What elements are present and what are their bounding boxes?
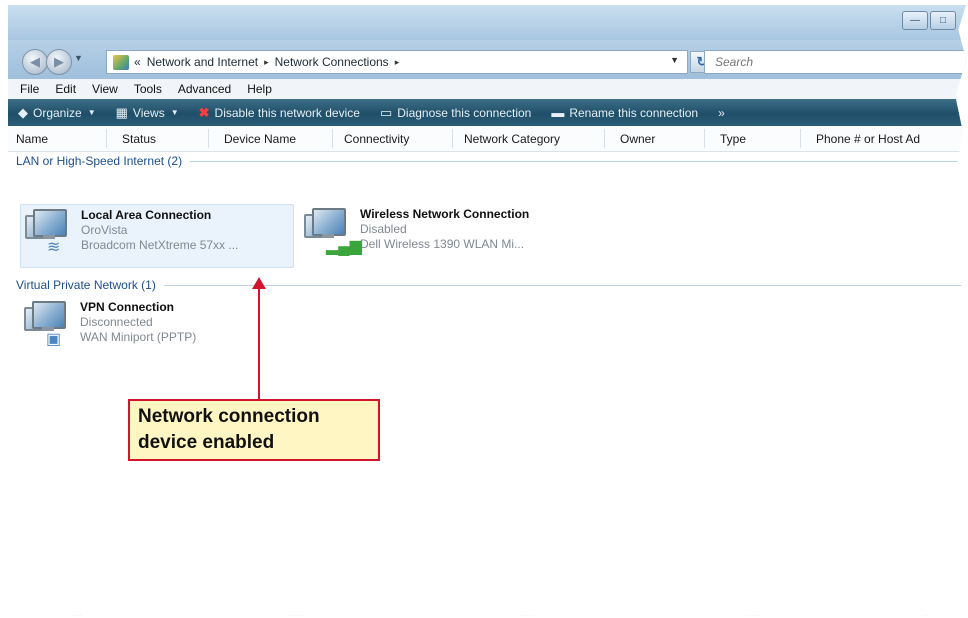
signal-bars-icon: ▂▄▆ <box>326 238 362 255</box>
breadcrumb-network-connections[interactable]: Network Connections <box>275 55 389 69</box>
diagnose-icon: ▭ <box>379 104 393 120</box>
breadcrumb-separator-icon[interactable]: ▸ <box>395 57 400 68</box>
column-network-category[interactable]: Network Category <box>464 132 560 146</box>
organize-label: Organize <box>33 105 82 120</box>
column-device-name[interactable]: Device Name <box>224 132 296 146</box>
organize-button[interactable]: ◆ Organize ▼ <box>18 105 96 121</box>
column-name[interactable]: Name <box>16 132 48 146</box>
minimize-button[interactable]: — <box>902 11 928 30</box>
menu-tools[interactable]: Tools <box>134 82 162 96</box>
modem-icon: ▣ <box>46 331 62 348</box>
callout-text-line-1: Network connection <box>138 406 320 427</box>
column-header-row: Name Status Device Name Connectivity Net… <box>8 126 966 152</box>
connection-status: Disabled <box>360 222 407 236</box>
connection-device: Dell Wireless 1390 WLAN Mi... <box>360 237 525 251</box>
address-bar-area: ◀ ▶ ▼ « Network and Internet ▸ Network C… <box>8 40 966 79</box>
group-header-vpn[interactable]: Virtual Private Network (1) <box>16 278 966 292</box>
recent-pages-dropdown-icon[interactable]: ▼ <box>74 53 83 63</box>
search-input[interactable] <box>713 54 966 70</box>
chevron-down-icon: ▼ <box>87 108 96 117</box>
breadcrumb-separator-icon[interactable]: ▸ <box>264 57 269 68</box>
network-connection-icon: ▂▄▆ <box>300 204 362 260</box>
group-title: LAN or High-Speed Internet (2) <box>16 154 183 168</box>
column-divider[interactable] <box>106 129 107 148</box>
monitor-icon <box>32 301 66 329</box>
forward-button[interactable]: ▶ <box>46 49 72 75</box>
column-divider[interactable] <box>800 129 801 148</box>
disable-device-button[interactable]: ✖ Disable this network device <box>199 105 360 121</box>
column-phone-host-address[interactable]: Phone # or Host Ad <box>816 132 920 146</box>
diagnose-button[interactable]: ▭ Diagnose this connection <box>380 105 531 121</box>
menu-help[interactable]: Help <box>247 82 272 96</box>
back-button[interactable]: ◀ <box>22 49 48 75</box>
red-x-icon: ✖ <box>198 104 210 120</box>
column-divider[interactable] <box>332 129 333 148</box>
connection-status: Disconnected <box>80 315 153 329</box>
group-title: Virtual Private Network (1) <box>16 278 156 292</box>
connection-device: Broadcom NetXtreme 57xx ... <box>81 238 239 252</box>
more-commands-button[interactable]: » <box>718 106 725 120</box>
callout-arrow-line <box>258 287 260 399</box>
disable-device-label: Disable this network device <box>214 105 360 120</box>
column-divider[interactable] <box>704 129 705 148</box>
diagnose-label: Diagnose this connection <box>397 105 532 120</box>
command-bar: ◆ Organize ▼ ▦ Views ▼ ✖ Disable this ne… <box>8 99 966 126</box>
menu-edit[interactable]: Edit <box>55 82 76 96</box>
rename-label: Rename this connection <box>569 105 699 120</box>
search-box[interactable] <box>704 50 966 74</box>
list-item-local-area-connection[interactable]: ≋ Local Area Connection OroVista Broadco… <box>20 204 294 268</box>
title-bar: — □ <box>8 5 966 40</box>
column-connectivity[interactable]: Connectivity <box>344 132 409 146</box>
menu-bar: File Edit View Tools Advanced Help <box>8 79 966 100</box>
connection-device: WAN Miniport (PPTP) <box>80 330 197 344</box>
address-dropdown-icon[interactable]: ▼ <box>670 55 679 65</box>
callout-text-line-2: device enabled <box>138 432 275 453</box>
views-button[interactable]: ▦ Views ▼ <box>116 105 179 121</box>
column-owner[interactable]: Owner <box>620 132 655 146</box>
views-icon: ▦ <box>115 104 128 120</box>
network-connection-icon: ▣ <box>20 297 80 353</box>
column-divider[interactable] <box>208 129 209 148</box>
organize-icon: ◆ <box>18 104 28 120</box>
breadcrumb-overflow[interactable]: « <box>134 55 141 69</box>
network-cable-icon: ≋ <box>47 239 61 256</box>
connection-status: OroVista <box>81 223 128 237</box>
explorer-window: — □ ◀ ▶ ▼ « Network and Internet ▸ Netwo… <box>8 5 966 616</box>
list-item-wireless-network-connection[interactable]: ▂▄▆ Wireless Network Connection Disabled… <box>300 204 590 266</box>
rename-icon: ▬ <box>551 105 565 120</box>
group-divider <box>190 160 966 162</box>
menu-file[interactable]: File <box>20 82 39 96</box>
breadcrumb-network-and-internet[interactable]: Network and Internet <box>147 55 258 69</box>
connection-name: Local Area Connection <box>81 208 212 222</box>
forward-arrow-icon: ▶ <box>54 54 64 69</box>
network-connection-icon: ≋ <box>21 205 81 261</box>
column-divider[interactable] <box>452 129 453 148</box>
menu-view[interactable]: View <box>92 82 118 96</box>
column-divider[interactable] <box>604 129 605 148</box>
connection-name: VPN Connection <box>80 300 175 314</box>
list-item-vpn-connection[interactable]: ▣ VPN Connection Disconnected WAN Minipo… <box>20 297 270 359</box>
menu-advanced[interactable]: Advanced <box>178 82 231 96</box>
address-bar[interactable]: « Network and Internet ▸ Network Connect… <box>106 50 688 74</box>
network-folder-icon <box>113 54 129 70</box>
callout-box: Network connection device enabled <box>128 399 380 461</box>
views-label: Views <box>132 105 165 120</box>
chevron-down-icon: ▼ <box>170 108 179 117</box>
monitor-icon <box>33 209 67 237</box>
group-header-lan[interactable]: LAN or High-Speed Internet (2) <box>16 154 966 168</box>
group-divider <box>163 284 966 286</box>
column-type[interactable]: Type <box>720 132 746 146</box>
connection-name: Wireless Network Connection <box>360 207 530 221</box>
back-arrow-icon: ◀ <box>30 54 40 69</box>
monitor-icon <box>312 208 346 236</box>
rename-button[interactable]: ▬ Rename this connection <box>551 105 698 120</box>
maximize-button[interactable]: □ <box>930 11 956 30</box>
window-controls: — □ <box>902 11 956 30</box>
column-status[interactable]: Status <box>122 132 156 146</box>
